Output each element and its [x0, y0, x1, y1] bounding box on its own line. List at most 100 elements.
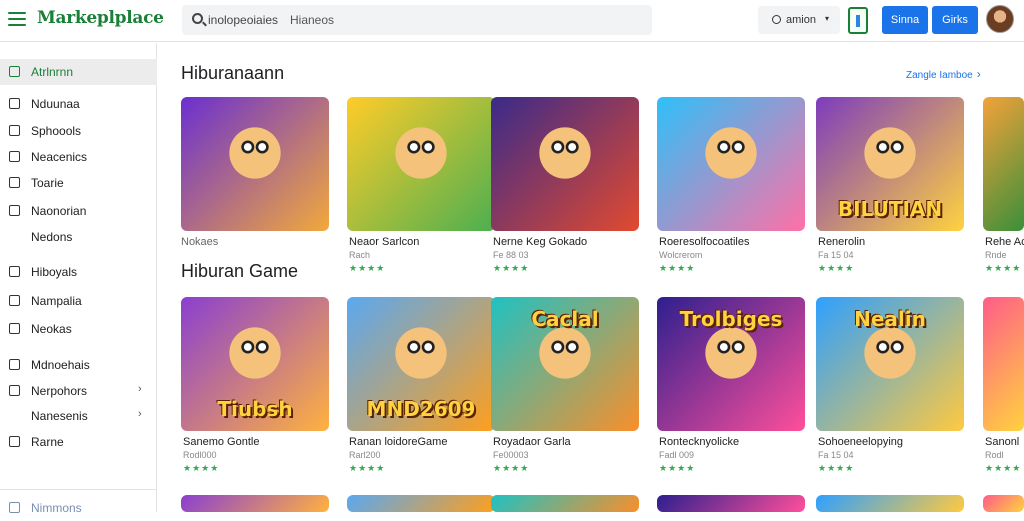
card-art-text: MND2609: [366, 397, 476, 421]
character-illustration: [225, 123, 285, 183]
sidebar-item-label: Hiboyals: [31, 265, 78, 279]
sidebar-item-label: Nerpohors: [31, 384, 88, 398]
game-card[interactable]: BILUTIAN Renerolin Fa 15 04 ★★★★: [816, 97, 964, 273]
sidebar-item-10[interactable]: Neokas: [0, 316, 157, 342]
game-card[interactable]: [181, 495, 329, 512]
sidebar-item-label: Nduunaa: [31, 97, 80, 111]
gamepad-icon: [9, 295, 20, 306]
card-art-text: BILUTIAN: [837, 197, 943, 221]
card-thumbnail: [816, 495, 964, 512]
sidebar-item-14[interactable]: Rarne: [0, 429, 157, 455]
card-title: Roeresolfocoatiles: [659, 236, 750, 248]
sidebar-item-label: Nanesenis: [31, 409, 88, 423]
card-thumbnail: Trolbiges: [657, 297, 805, 431]
sidebar-item-9[interactable]: Nampalia: [0, 288, 157, 314]
game-card[interactable]: Caclal Royadaor Garla Fe00003 ★★★★: [491, 297, 639, 473]
card-thumbnail: [657, 97, 805, 231]
chevron-right-icon: ›: [138, 408, 142, 420]
main-content: Hiburanaann Zangle Iamboe › Neaor Sarlcon…: [158, 43, 1024, 512]
card-thumbnail: [983, 297, 1024, 431]
sidebar-item-label: Nedons: [31, 230, 73, 244]
game-card[interactable]: [491, 495, 639, 512]
sidebar-item-7[interactable]: Nedons: [0, 224, 157, 250]
sidebar-item-12[interactable]: Nerpohors ›: [0, 378, 157, 404]
home-icon: [9, 66, 20, 77]
game-card[interactable]: Nealin Sohoeneelopying Fa 15 04 ★★★★: [816, 297, 964, 473]
card-art-text: Tiubsh: [217, 397, 293, 421]
card-title: Renerolin: [818, 236, 866, 248]
card-subtitle: Wolcrerom: [659, 250, 703, 260]
sidebar-item-15[interactable]: Nimmons: [0, 495, 157, 521]
card-thumbnail: [983, 495, 1024, 512]
game-card[interactable]: [816, 495, 964, 512]
character-illustration: [391, 323, 451, 383]
sidebar-item-4[interactable]: Neacenics: [0, 144, 157, 170]
card-thumbnail: [181, 495, 329, 512]
sidebar-item-5[interactable]: Toarie: [0, 170, 157, 196]
game-card[interactable]: [983, 495, 1024, 512]
game-card[interactable]: Sanonl Rodl ★★★★: [983, 297, 1024, 473]
game-card[interactable]: [657, 495, 805, 512]
search-icon: [772, 15, 781, 24]
card-title: Nerne Keg Gokado: [493, 236, 588, 248]
card-thumbnail: [181, 97, 329, 231]
section-links[interactable]: Zangle Iamboe ›: [906, 67, 981, 81]
sidebar-item-3[interactable]: Sphoools: [0, 118, 157, 144]
game-card[interactable]: MND2609 Ranan loidoreGame Rarl200 ★★★★: [347, 297, 495, 473]
sidebar-item-11[interactable]: Mdnoehais: [0, 352, 157, 378]
search-input[interactable]: inolopeoiaies Hianeos: [182, 5, 652, 35]
game-card[interactable]: [181, 97, 329, 231]
game-card[interactable]: Rehe Ac Rnde ★★★★: [983, 97, 1024, 273]
card-art-text: Trolbiges: [679, 307, 783, 331]
arrow-right-icon: ›: [976, 67, 981, 81]
character-illustration: [701, 323, 761, 383]
game-card[interactable]: Tiubsh Sanemo Gontle Rodl000 ★★★★: [181, 297, 329, 473]
chevron-down-icon: ▾: [825, 14, 830, 23]
book-icon: [9, 323, 20, 334]
character-illustration: [701, 123, 761, 183]
game-card[interactable]: Trolbiges Rontecknyolicke Fadl 009 ★★★★: [657, 297, 805, 473]
primary-button[interactable]: Sinna: [882, 6, 928, 34]
game-card[interactable]: [347, 495, 495, 512]
card-subtitle: Rarl200: [349, 450, 381, 460]
card-thumbnail: [347, 495, 495, 512]
card-rating: ★★★★: [659, 263, 696, 273]
location-icon: [9, 359, 20, 370]
settings-icon: [9, 502, 20, 513]
card-thumbnail: [491, 495, 639, 512]
search-query: inolopeoiaies: [208, 13, 279, 27]
card-subtitle: Fe 88 03: [493, 250, 529, 260]
card-subtitle: Fa 15 04: [818, 250, 854, 260]
sidebar-item-13[interactable]: Nanesenis ›: [0, 403, 157, 429]
marketplace-logo[interactable]: Markeplplace: [37, 8, 164, 28]
grid-icon: [9, 151, 20, 162]
sidebar-item-2[interactable]: Nduunaa: [0, 91, 157, 117]
game-card[interactable]: Neaor Sarlcon Rach ★★★★: [347, 97, 495, 273]
sidebar-item-label: Mdnoehais: [31, 358, 90, 372]
game-card[interactable]: Nerne Keg Gokado Fe 88 03 ★★★★: [491, 97, 639, 273]
sidebar-item-8[interactable]: Hiboyals: [0, 259, 157, 285]
character-illustration: [535, 123, 595, 183]
avatar[interactable]: [986, 5, 1014, 33]
card-rating: ★★★★: [985, 263, 1022, 273]
phone-icon[interactable]: [848, 7, 868, 34]
sidebar-item-label: Nimmons: [31, 501, 82, 515]
game-card[interactable]: Roeresolfocoatiles Wolcrerom ★★★★: [657, 97, 805, 273]
search-dropdown[interactable]: amion ▾: [758, 6, 840, 34]
card-thumbnail: [347, 97, 495, 231]
sidebar-item-6[interactable]: Naonorian: [0, 198, 157, 224]
card-rating: ★★★★: [659, 463, 696, 473]
card-title: Neaor Sarlcon: [349, 236, 420, 248]
card-subtitle: Rnde: [985, 250, 1007, 260]
calendar-icon: [9, 125, 20, 136]
search-secondary-text: Hianeos: [290, 13, 335, 27]
pin-icon: [9, 98, 20, 109]
card-art-text: Caclal: [531, 307, 599, 331]
card-thumbnail: Tiubsh: [181, 297, 329, 431]
character-illustration: [860, 123, 920, 183]
sidebar-item-label: Atrlnrnn: [31, 65, 74, 79]
secondary-button[interactable]: Girks: [932, 6, 978, 34]
sidebar-item-1[interactable]: Atrlnrnn: [0, 59, 157, 85]
card-title: Royadaor Garla: [493, 436, 571, 448]
hamburger-menu-icon[interactable]: [8, 12, 26, 26]
